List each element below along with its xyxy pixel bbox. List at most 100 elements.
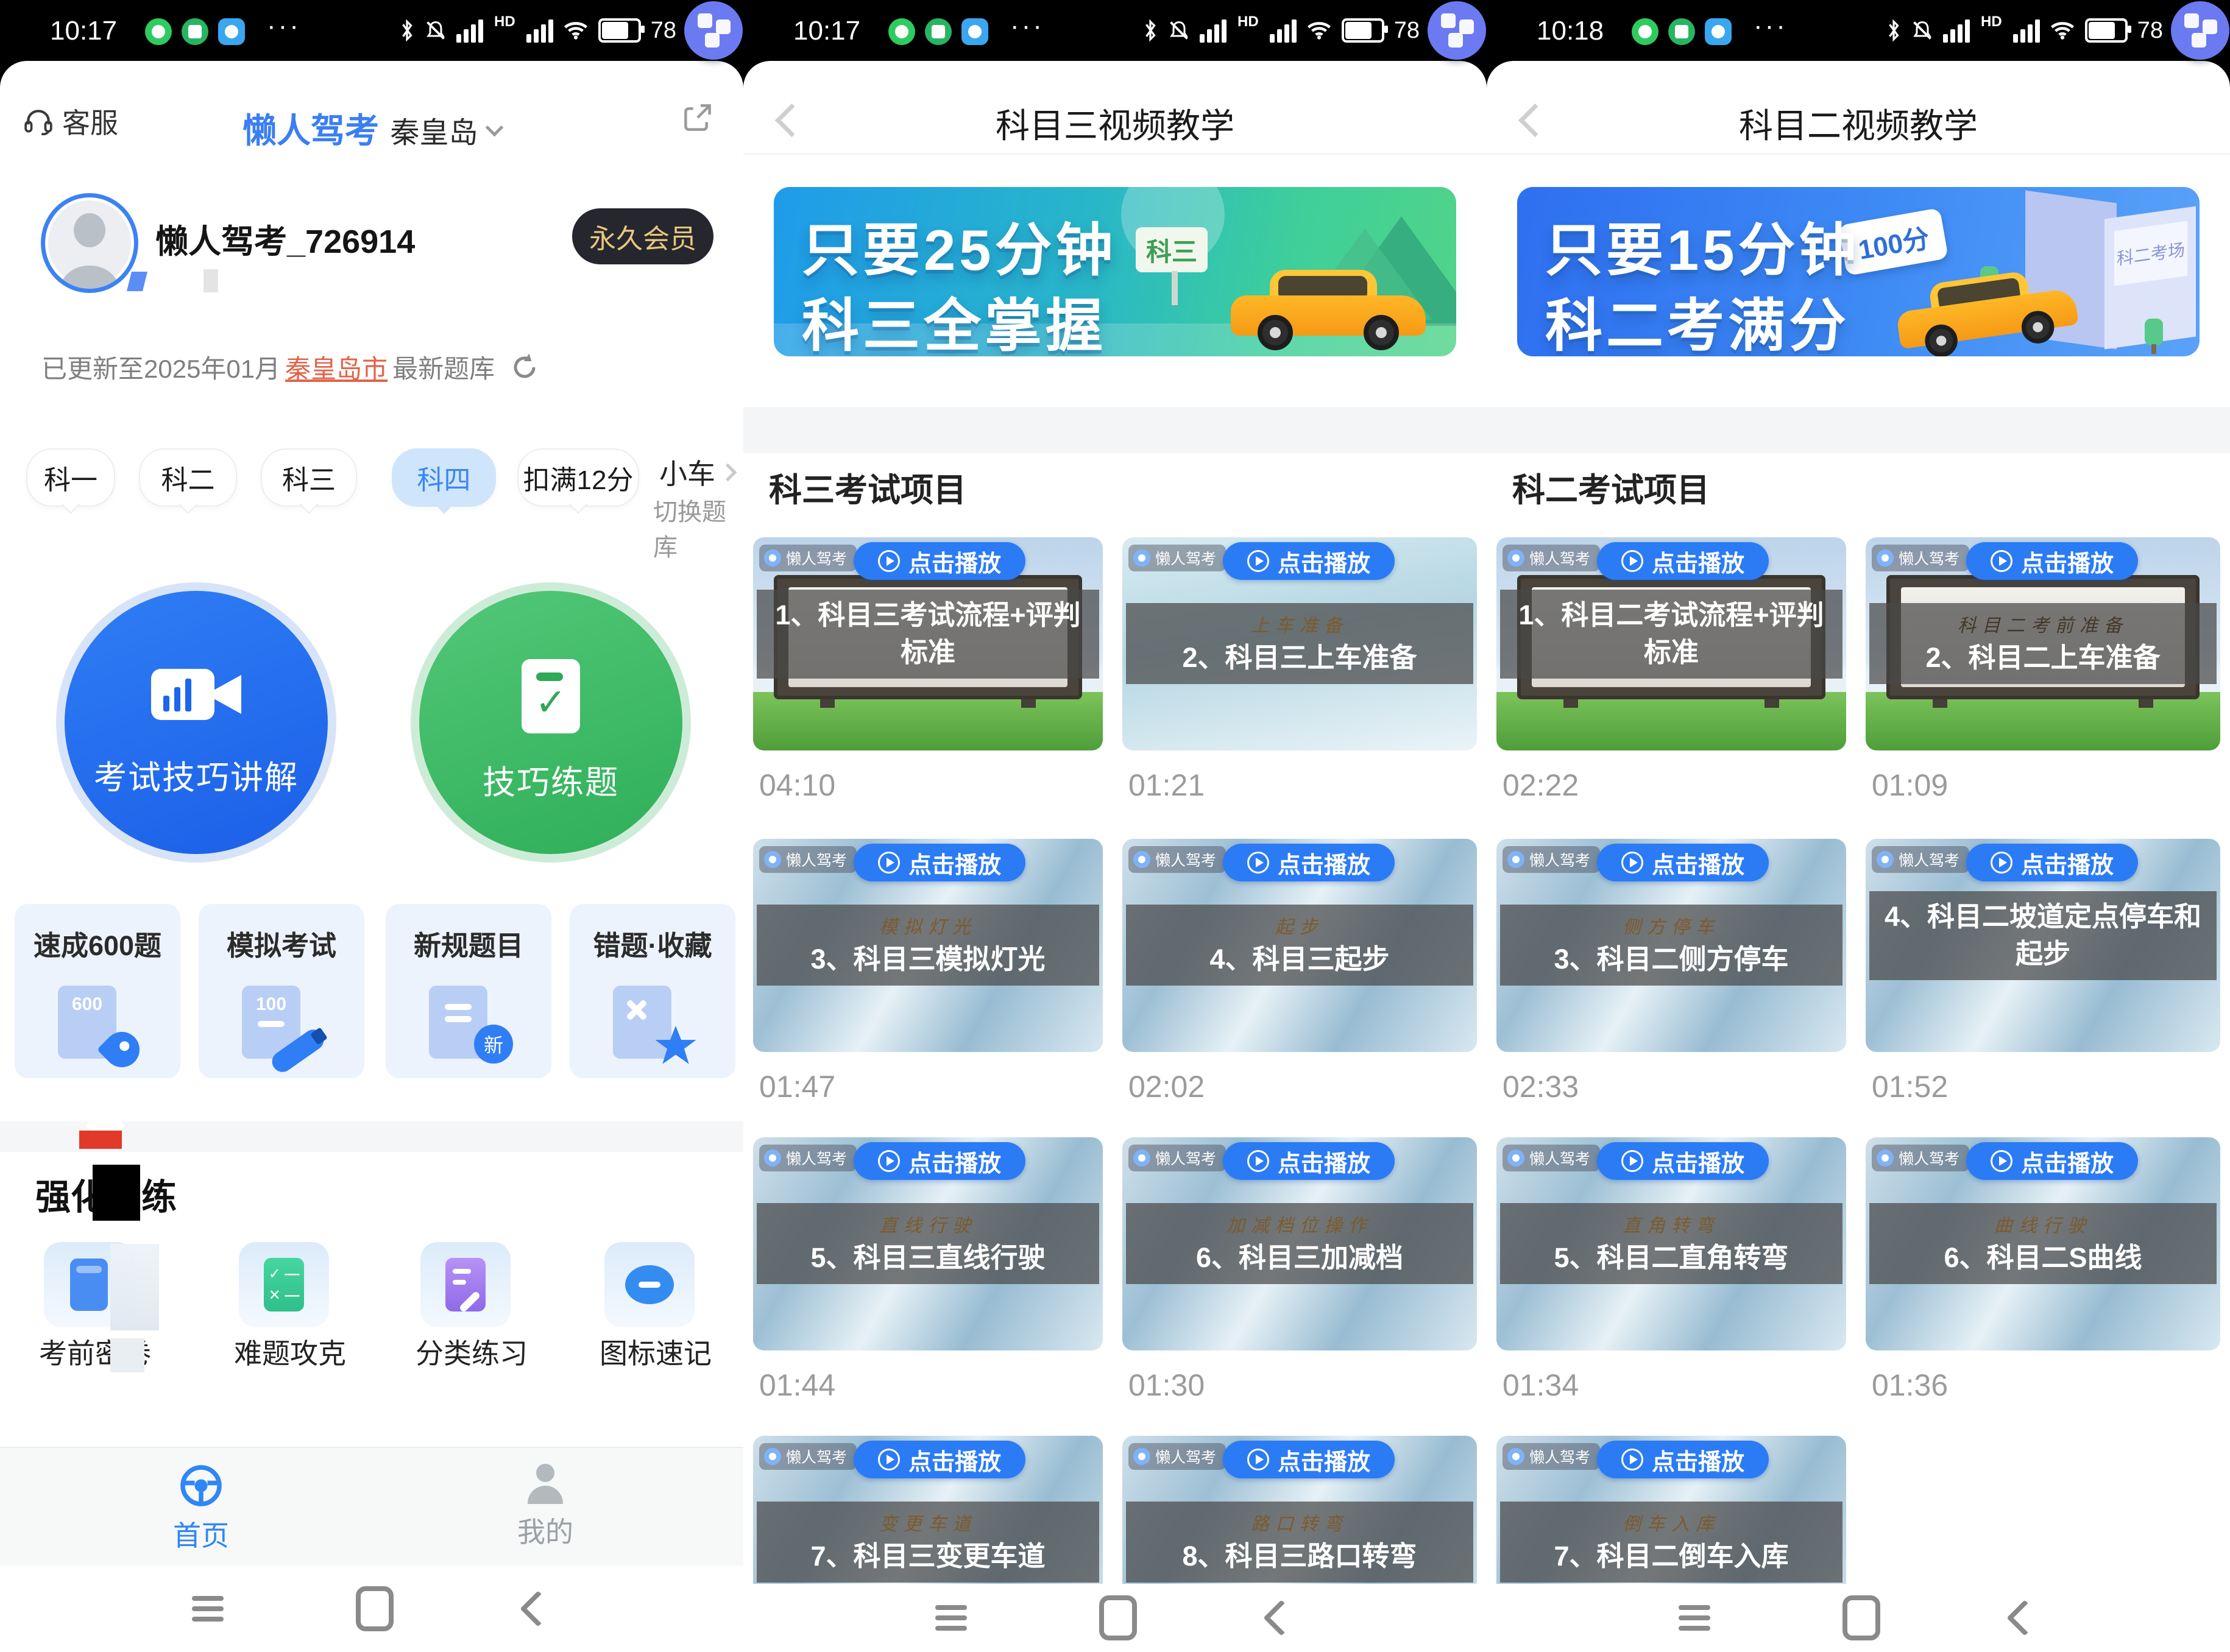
play-button[interactable]: 点击播放 bbox=[1223, 844, 1395, 881]
app-logo-chip: 懒人驾考 bbox=[1872, 846, 1969, 873]
play-icon bbox=[1621, 1449, 1643, 1470]
exam-skill-video-button[interactable]: 考试技巧讲解 bbox=[56, 582, 336, 863]
vehicle-type-switch[interactable]: 小车 bbox=[659, 452, 734, 492]
card-wrong-favorites[interactable]: 错题·收藏 bbox=[570, 904, 735, 1078]
play-label: 点击播放 bbox=[1278, 846, 1370, 880]
video-card[interactable]: 懒人驾考 点击播放 1、科目二考试流程+评判标准 bbox=[1496, 537, 1846, 750]
play-button[interactable]: 点击播放 bbox=[1223, 542, 1395, 580]
recents-button[interactable] bbox=[935, 1600, 967, 1636]
video-title: 4、科目二坡道定点停车和起步 bbox=[1881, 898, 2204, 973]
tab-label: 科三 bbox=[282, 458, 336, 497]
tab-label: 科四 bbox=[417, 458, 471, 497]
card-label: 错题·收藏 bbox=[570, 923, 735, 963]
video-card[interactable]: 懒人驾考 点击播放 4、科目二坡道定点停车和起步 bbox=[1866, 839, 2220, 1052]
play-button[interactable]: 点击播放 bbox=[854, 542, 1025, 580]
home-button[interactable] bbox=[356, 1586, 394, 1631]
play-button[interactable]: 点击播放 bbox=[1597, 1441, 1769, 1478]
app-logo-icon bbox=[1877, 549, 1894, 567]
play-button[interactable]: 点击播放 bbox=[1966, 1142, 2138, 1180]
subject3-banner[interactable]: 科三 只要25分钟 科三全掌握 bbox=[774, 187, 1456, 356]
back-button[interactable] bbox=[520, 1590, 556, 1626]
app-title-bar[interactable]: 懒人驾考 秦皇岛 bbox=[0, 104, 743, 153]
tab-subject3[interactable]: 科三 bbox=[261, 448, 357, 507]
video-title-band: 1、科目二考试流程+评判标准 bbox=[1500, 590, 1842, 679]
bluetooth-icon bbox=[1142, 18, 1158, 43]
tab-12points[interactable]: 扣满12分 bbox=[517, 448, 639, 507]
video-card[interactable]: 懒人驾考 点击播放 起步4、科目三起步 bbox=[1122, 839, 1477, 1052]
share-button[interactable] bbox=[681, 101, 714, 134]
switch-bank-label[interactable]: 切换题库 bbox=[653, 492, 743, 563]
play-button[interactable]: 点击播放 bbox=[1597, 542, 1769, 580]
video-duration: 01:21 bbox=[1128, 768, 1205, 803]
play-button[interactable]: 点击播放 bbox=[1966, 542, 2138, 580]
subject2-banner[interactable]: 科二考场 100分 只要15分钟 科二考满分 bbox=[1517, 187, 2200, 356]
tab-subject1[interactable]: 科一 bbox=[26, 448, 115, 507]
video-card[interactable]: 懒人驾考 点击播放 曲线行驶6、科目二S曲线 bbox=[1866, 1137, 2220, 1350]
grid-sign-memory[interactable] bbox=[604, 1242, 695, 1327]
app-logo-icon bbox=[1877, 1149, 1894, 1167]
avatar-flag-fragment bbox=[127, 272, 147, 291]
play-button[interactable]: 点击播放 bbox=[854, 1142, 1025, 1180]
play-button[interactable]: 点击播放 bbox=[854, 1441, 1025, 1478]
video-title: 3、科目三模拟灯光 bbox=[810, 941, 1045, 978]
video-duration: 04:10 bbox=[759, 768, 835, 803]
video-title-band: 侧方停车3、科目二侧方停车 bbox=[1500, 905, 1842, 986]
card-mock-exam[interactable]: 模拟考试 100 bbox=[199, 904, 364, 1078]
grid-hard-questions[interactable]: ✓ — ✕ — bbox=[239, 1242, 329, 1327]
home-screen: 客服 懒人驾考 秦皇岛 懒人驾考_726914 永久会员 已更新至2025年01… bbox=[0, 61, 743, 1652]
floating-assistive-widget[interactable] bbox=[1428, 1, 1486, 60]
status-app-icons bbox=[888, 18, 988, 45]
video-card[interactable]: 懒人驾考 点击播放 1、科目三考试流程+评判标准 bbox=[753, 537, 1103, 750]
back-button[interactable] bbox=[2006, 1600, 2042, 1636]
username: 懒人驾考_726914 bbox=[155, 214, 415, 263]
nav-mine[interactable]: 我的 bbox=[472, 1464, 618, 1550]
home-button[interactable] bbox=[1842, 1595, 1880, 1640]
play-button[interactable]: 点击播放 bbox=[1223, 1142, 1395, 1180]
recents-button[interactable] bbox=[192, 1590, 224, 1627]
video-title-band: 直线行驶5、科目三直线行驶 bbox=[757, 1203, 1099, 1284]
app-logo-icon bbox=[1507, 1149, 1524, 1167]
card-new-rules[interactable]: 新规题目 新 bbox=[386, 904, 551, 1078]
app-logo-label: 懒人驾考 bbox=[1529, 1147, 1590, 1169]
grid-category-practice[interactable] bbox=[420, 1242, 511, 1327]
back-button[interactable] bbox=[1263, 1600, 1299, 1636]
video-card[interactable]: 懒人驾考 点击播放 模拟灯光3、科目三模拟灯光 bbox=[753, 839, 1103, 1052]
floating-assistive-widget[interactable] bbox=[684, 1, 743, 60]
avatar[interactable] bbox=[41, 193, 138, 293]
video-card[interactable]: 懒人驾考 点击播放 直角转弯5、科目二直角转弯 bbox=[1496, 1137, 1846, 1350]
practice-doc-icon: ✓ bbox=[522, 659, 580, 733]
play-button[interactable]: 点击播放 bbox=[854, 844, 1025, 881]
video-title: 1、科目三考试流程+评判标准 bbox=[769, 597, 1087, 671]
play-button[interactable]: 点击播放 bbox=[1966, 844, 2138, 881]
video-card[interactable]: 懒人驾考 点击播放 加减档位操作6、科目三加减档 bbox=[1122, 1137, 1477, 1350]
floating-assistive-widget[interactable] bbox=[2171, 1, 2229, 60]
home-button[interactable] bbox=[1099, 1595, 1137, 1640]
play-label: 点击播放 bbox=[908, 1443, 1001, 1477]
mock-exam-icon: 100 bbox=[236, 982, 327, 1067]
video-card[interactable]: 懒人驾考 点击播放 直线行驶5、科目三直线行驶 bbox=[753, 1137, 1103, 1350]
play-button[interactable]: 点击播放 bbox=[1597, 844, 1769, 881]
update-city-link[interactable]: 秦皇岛市 bbox=[285, 348, 388, 386]
video-card[interactable]: 懒人驾考 点击播放 科目二考前准备2、科目二上车准备 bbox=[1866, 537, 2220, 750]
video-watermark: 倒车入库 bbox=[1623, 1509, 1720, 1536]
category-practice-icon bbox=[445, 1258, 486, 1311]
tab-subject2[interactable]: 科二 bbox=[139, 448, 237, 507]
video-title: 3、科目二侧方停车 bbox=[1554, 941, 1788, 978]
tab-subject4-active[interactable]: 科四 bbox=[392, 448, 496, 507]
section-title: 科二考试项目 bbox=[1512, 463, 1710, 511]
nav-home[interactable]: 首页 bbox=[128, 1464, 274, 1554]
video-card[interactable]: 懒人驾考 点击播放 侧方停车3、科目二侧方停车 bbox=[1496, 839, 1846, 1052]
play-label: 点击播放 bbox=[908, 1145, 1001, 1178]
recents-button[interactable] bbox=[1679, 1600, 1710, 1636]
video-title-band: 起步4、科目三起步 bbox=[1126, 905, 1473, 986]
city-selector[interactable]: 秦皇岛 bbox=[390, 117, 478, 149]
play-button[interactable]: 点击播放 bbox=[1597, 1142, 1769, 1180]
mute-bell-icon bbox=[425, 18, 447, 43]
video-card[interactable]: 懒人驾考 点击播放 上车准备2、科目三上车准备 bbox=[1122, 537, 1477, 750]
skill-practice-button[interactable]: ✓ 技巧练题 bbox=[411, 582, 691, 863]
card-quick600[interactable]: 速成600题 600 bbox=[15, 904, 180, 1078]
refresh-icon[interactable] bbox=[509, 352, 540, 383]
play-button[interactable]: 点击播放 bbox=[1223, 1441, 1395, 1478]
app-logo-icon bbox=[1133, 1448, 1150, 1465]
play-label: 点击播放 bbox=[1278, 545, 1370, 578]
